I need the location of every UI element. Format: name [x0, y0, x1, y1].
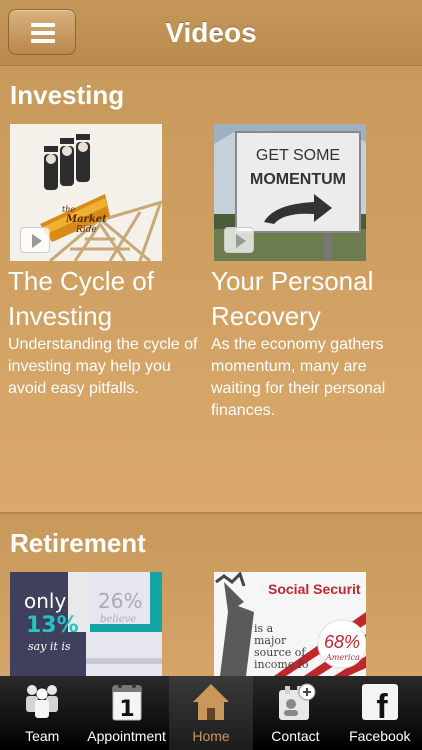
video-title[interactable]: The Cycle of Investing [8, 264, 208, 334]
tab-label: Contact [271, 728, 320, 744]
nav-header: Videos [0, 0, 422, 66]
contact-icon [279, 683, 316, 720]
svg-text:68%: 68% [324, 632, 360, 652]
video-thumbnail[interactable]: the Market Ride [10, 124, 162, 261]
calendar-icon: 1 [112, 684, 142, 722]
tab-appointment[interactable]: 1 Appointment [84, 676, 168, 750]
svg-text:America: America [325, 653, 360, 662]
section-retirement: Retirement only 13% say it is 26% believ… [0, 514, 422, 676]
tab-team[interactable]: Team [0, 676, 84, 750]
section-investing: Investing the Market Ride The Cycle of I… [0, 66, 422, 512]
svg-text:1: 1 [119, 697, 134, 722]
svg-text:Ride: Ride [75, 225, 97, 235]
section-title: Investing [10, 80, 125, 110]
play-icon[interactable] [20, 227, 50, 253]
tab-home[interactable]: Home [168, 676, 254, 750]
facebook-icon: f [361, 684, 398, 724]
tab-facebook[interactable]: f Facebook [338, 676, 422, 750]
svg-text:13%: 13% [26, 613, 79, 638]
social-security-thumbnail: Social Securit is a major source of inco… [214, 572, 366, 676]
svg-text:Market: Market [65, 214, 107, 225]
tab-label: Team [25, 728, 60, 744]
retirement-stats-thumbnail: only 13% say it is 26% believe [10, 572, 162, 676]
tab-bar: Team 1 Appointment Home Contact f Facebo… [0, 676, 422, 750]
svg-text:f: f [376, 688, 388, 724]
video-thumbnail[interactable]: only 13% say it is 26% believe [10, 572, 162, 676]
svg-text:Social Securit: Social Securit [268, 581, 361, 597]
svg-text:believe: believe [100, 614, 136, 625]
tab-label: Appointment [87, 728, 166, 744]
tab-label: Facebook [349, 728, 411, 744]
menu-button[interactable] [8, 9, 76, 55]
tab-contact[interactable]: Contact [253, 676, 337, 750]
svg-text:the: the [62, 205, 75, 214]
video-title[interactable]: Your Personal Recovery [211, 264, 411, 334]
svg-text:income fo: income fo [254, 658, 309, 671]
video-description: Understanding the cycle of investing may… [8, 336, 198, 397]
svg-text:only: only [24, 589, 66, 613]
video-thumbnail[interactable]: Social Securit is a major source of inco… [214, 572, 366, 676]
svg-text:MOMENTUM: MOMENTUM [250, 171, 346, 188]
home-icon [193, 684, 230, 720]
video-description: As the economy gathers momentum, many ar… [211, 336, 386, 419]
play-icon[interactable] [224, 227, 254, 253]
svg-text:GET SOME: GET SOME [256, 147, 340, 164]
section-title: Retirement [10, 528, 146, 558]
video-thumbnail[interactable]: GET SOME MOMENTUM [214, 124, 366, 261]
svg-text:say it is: say it is [28, 640, 71, 653]
tab-label: Home [192, 728, 230, 744]
svg-text:26%: 26% [98, 589, 142, 613]
team-icon [26, 685, 59, 718]
